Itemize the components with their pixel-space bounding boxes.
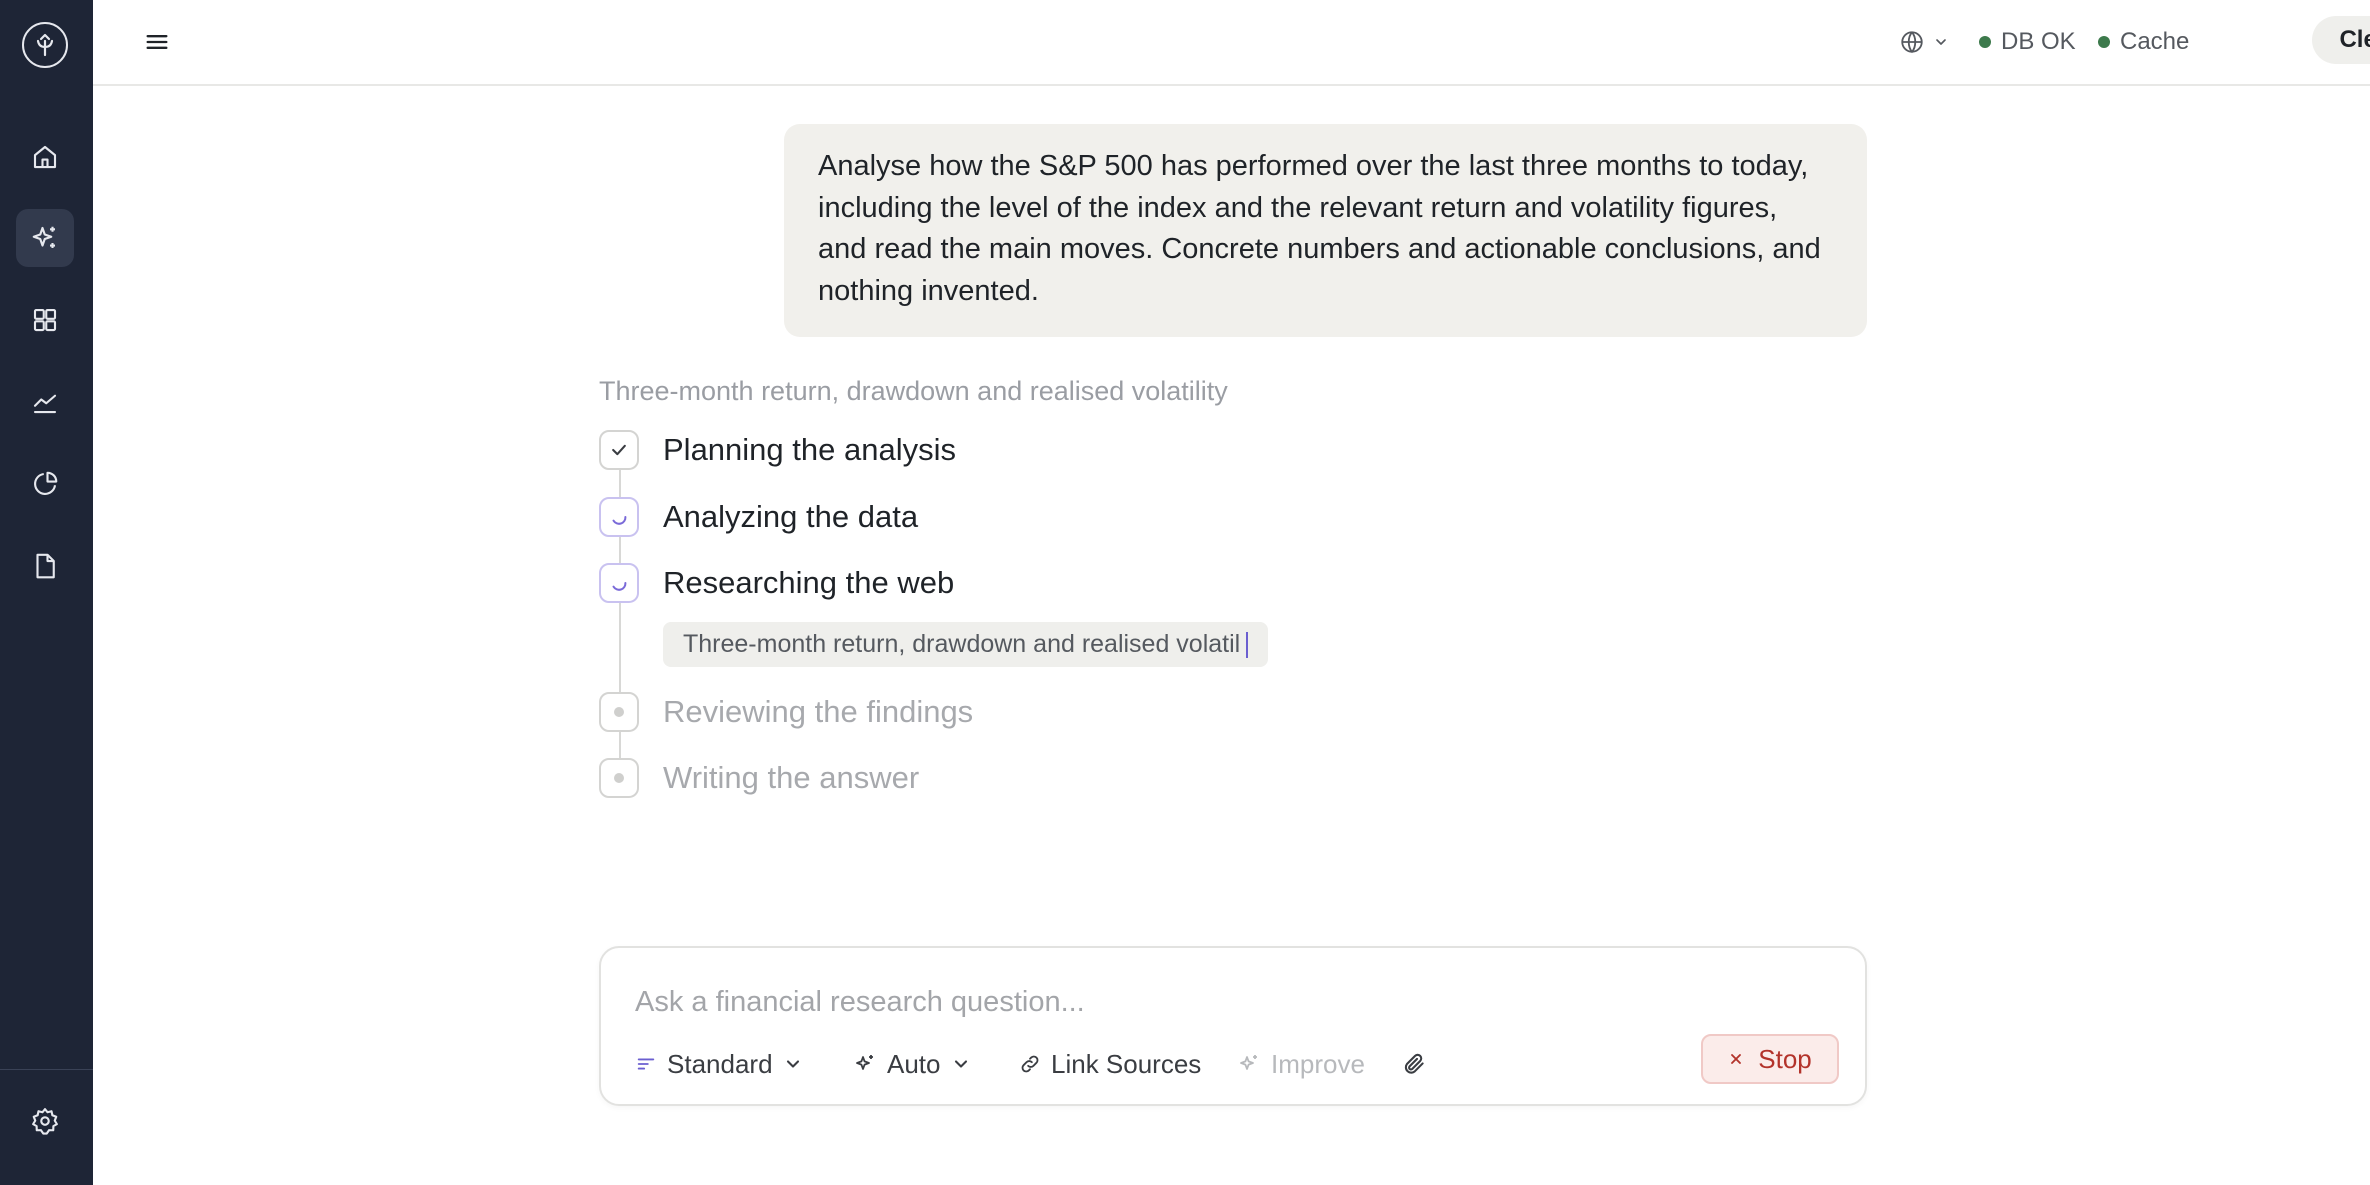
pending-dot-icon xyxy=(614,773,624,783)
home-icon xyxy=(33,145,57,169)
check-icon xyxy=(612,444,626,456)
task-title: Three-month return, drawdown and realise… xyxy=(599,376,1228,406)
step-status-pending xyxy=(599,758,639,798)
attach-button[interactable] xyxy=(1401,1044,1427,1084)
trend-icon xyxy=(33,394,57,414)
improve-button[interactable]: Improve xyxy=(1237,1044,1365,1084)
spinner-icon xyxy=(612,515,627,525)
sparkles-icon xyxy=(856,1055,873,1070)
cache-status: Cache xyxy=(2098,24,2189,60)
step-label: Planning the analysis xyxy=(663,432,956,467)
chevron-down-icon xyxy=(786,1060,799,1068)
link-sources-button[interactable]: Link Sources xyxy=(1019,1044,1201,1084)
sidebar-item-markets[interactable] xyxy=(16,373,74,431)
globe-icon xyxy=(1901,31,1923,54)
cache-status-dot xyxy=(2098,36,2110,48)
cache-status-label: Cache xyxy=(2120,28,2190,55)
menu-button[interactable] xyxy=(139,24,175,60)
document-icon xyxy=(36,553,55,579)
sidebar-item-research[interactable] xyxy=(16,209,74,267)
chevron-down-icon xyxy=(954,1060,967,1068)
composer: Standard Auto Link Sources Improve Stop xyxy=(599,946,1867,1106)
step-status-running xyxy=(599,497,639,537)
logo[interactable] xyxy=(22,22,68,68)
link-sources-label: Link Sources xyxy=(1051,1048,1202,1079)
step-label: Reviewing the findings xyxy=(663,694,974,729)
question-input[interactable] xyxy=(635,982,1735,1022)
grid-icon xyxy=(33,308,57,332)
sidebar-item-documents[interactable] xyxy=(16,537,74,595)
step-status-running xyxy=(599,563,639,603)
stop-button[interactable]: Stop xyxy=(1701,1034,1839,1084)
sparkles-icon xyxy=(32,226,55,248)
link-icon xyxy=(1021,1055,1039,1073)
model-selector[interactable]: Auto xyxy=(853,1044,971,1084)
db-status: DB OK xyxy=(1979,24,2076,60)
sidebar-divider xyxy=(0,1069,93,1070)
logo-icon xyxy=(36,33,54,57)
sidebar-item-dashboard[interactable] xyxy=(16,291,74,349)
hamburger-icon xyxy=(146,35,168,49)
pending-dot-icon xyxy=(614,707,624,717)
user-message: Analyse how the S&P 500 has performed ov… xyxy=(784,124,1867,337)
language-selector[interactable] xyxy=(1899,24,1949,60)
chevron-down-icon xyxy=(1936,39,1946,45)
db-status-label: DB OK xyxy=(2001,28,2076,55)
stop-label: Stop xyxy=(1758,1043,1812,1074)
step-label: Writing the answer xyxy=(663,760,920,795)
model-label: Auto xyxy=(887,1048,941,1079)
spinner-icon xyxy=(612,581,627,591)
sidebar-item-home[interactable] xyxy=(16,128,74,186)
close-icon xyxy=(1731,1054,1742,1064)
search-query-text: Three-month return, drawdown and realise… xyxy=(683,630,1241,658)
clear-button[interactable]: Clear xyxy=(2312,16,2370,64)
sidebar-item-portfolio[interactable] xyxy=(16,455,74,513)
mode-selector[interactable]: Standard xyxy=(635,1044,803,1084)
sidebar xyxy=(0,0,93,1185)
db-status-dot xyxy=(1979,36,1991,48)
mode-label: Standard xyxy=(667,1048,773,1079)
pie-chart-icon xyxy=(34,471,58,495)
step-status-pending xyxy=(599,692,639,732)
paperclip-icon xyxy=(1404,1053,1424,1074)
step-label: Analyzing the data xyxy=(663,499,919,534)
settings-button[interactable] xyxy=(16,1092,74,1150)
search-query-chip: Three-month return, drawdown and realise… xyxy=(663,622,1269,667)
sparkles-icon xyxy=(1240,1055,1257,1070)
improve-label: Improve xyxy=(1271,1048,1365,1079)
step-label: Researching the web xyxy=(663,565,955,600)
gear-icon xyxy=(32,1108,58,1135)
typing-caret xyxy=(1246,631,1249,658)
lines-icon xyxy=(637,1058,655,1070)
step-status-done xyxy=(599,430,639,470)
top-bar: DB OK Cache Clear xyxy=(93,0,2370,86)
